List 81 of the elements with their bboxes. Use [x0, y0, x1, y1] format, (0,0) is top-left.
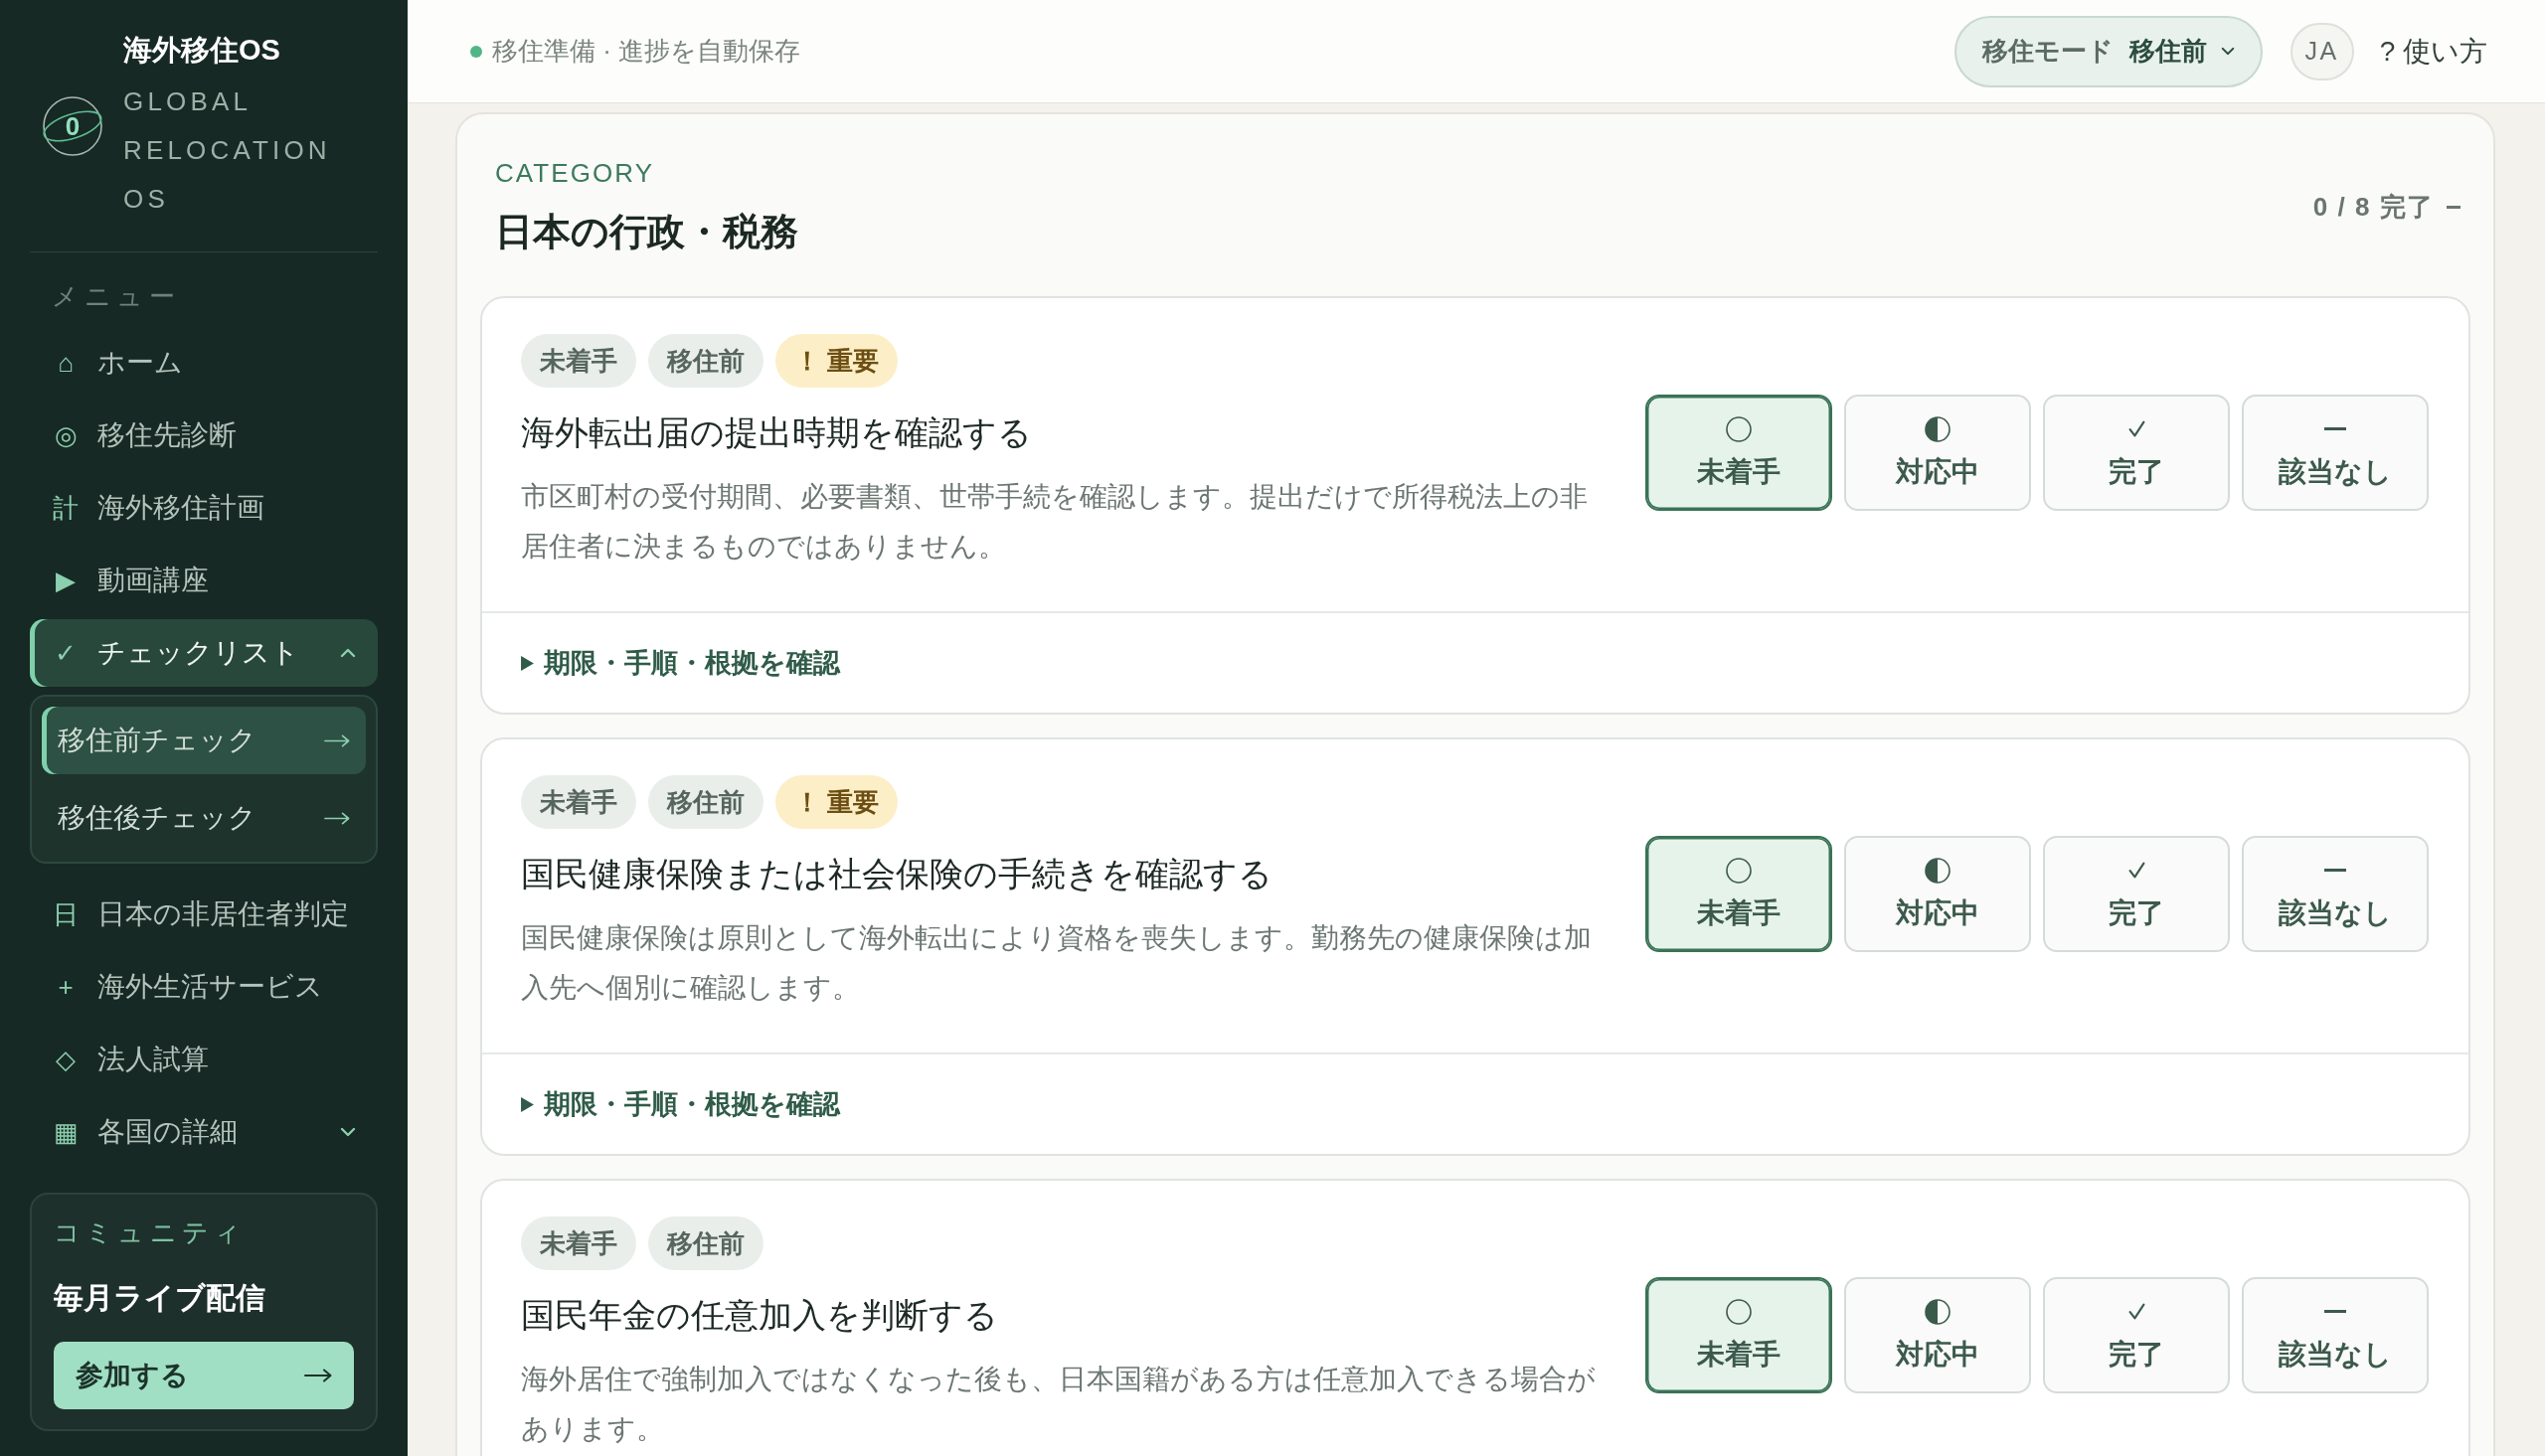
- status-option[interactable]: 対応中: [1844, 1277, 2031, 1393]
- brand-tagline: GLOBAL RELOCATION OS: [123, 85, 332, 216]
- kanji-icon: 計: [52, 493, 80, 523]
- minus-icon[interactable]: [2447, 205, 2460, 209]
- check-icon: [2127, 862, 2145, 879]
- phase-tag: 移住前: [648, 775, 764, 829]
- nav-item[interactable]: 計 海外移住計画: [30, 474, 378, 542]
- dash-icon: [2324, 869, 2346, 872]
- community-label: コミュニティ: [54, 1216, 248, 1249]
- task-description: 海外居住で強制加入ではなくなった後も、日本国籍がある方は任意加入できる場合があります。: [521, 1363, 1597, 1446]
- circle-icon: [1726, 1298, 1752, 1325]
- task-title: 国民年金の任意加入を判断する: [521, 1295, 999, 1336]
- half-circle-icon: [1925, 1298, 1951, 1325]
- status-option[interactable]: 該当なし: [2242, 395, 2429, 511]
- submenu-item[interactable]: 移住後チェック: [42, 784, 366, 852]
- dash-icon: [2324, 427, 2346, 430]
- globe-logo-icon: [42, 94, 103, 157]
- kanji-icon: 日: [52, 899, 80, 929]
- status-option[interactable]: 対応中: [1844, 836, 2031, 952]
- check-icon: [2127, 1303, 2145, 1320]
- details-link[interactable]: 期限・手順・根拠を確認: [521, 645, 840, 681]
- status-option[interactable]: 未着手: [1645, 1277, 1832, 1393]
- dash-icon: [2324, 1310, 2346, 1313]
- task-description: 市区町村の受付期間、必要書類、世帯手続を確認します。提出だけで所得税法上の非居住者に決まるものではありません。: [521, 480, 1589, 564]
- status-tag: 未着手: [521, 1216, 636, 1270]
- status-option[interactable]: 対応中: [1844, 395, 2031, 511]
- progress-count: 0 / 8 完了: [2312, 190, 2435, 224]
- check-icon: [2127, 420, 2145, 437]
- details-link[interactable]: 期限・手順・根拠を確認: [521, 1086, 840, 1122]
- category-eyebrow: CATEGORY: [495, 157, 656, 189]
- nav-item[interactable]: ▶ 動画講座: [30, 547, 378, 614]
- task-description: 国民健康保険は原則として海外転出により資格を喪失します。勤務先の健康保険は加入先へ個別に確認します。: [521, 921, 1593, 1005]
- priority-tag: ！ 重要: [775, 334, 899, 388]
- status-option[interactable]: 未着手: [1645, 395, 1832, 511]
- arrow-icon: [324, 733, 350, 747]
- priority-tag: ！ 重要: [775, 775, 899, 829]
- house-icon: ⌂: [52, 348, 80, 378]
- check-icon: ✓: [52, 638, 80, 668]
- nav-item[interactable]: ◇ 法人試算: [30, 1026, 378, 1093]
- status-tag: 未着手: [521, 334, 636, 388]
- mode-selector[interactable]: 移住モード 移住前: [1953, 15, 2263, 87]
- phase-tag: 移住前: [648, 334, 764, 388]
- play-icon: ▶: [52, 566, 80, 595]
- status-option[interactable]: 該当なし: [2242, 1277, 2429, 1393]
- status-option[interactable]: 該当なし: [2242, 836, 2429, 952]
- half-circle-icon: [1925, 415, 1951, 442]
- join-button[interactable]: 参加する: [54, 1342, 354, 1409]
- status-option[interactable]: 完了: [2043, 836, 2230, 952]
- grid-icon: ▦: [52, 1117, 80, 1147]
- phase-tag: 移住前: [648, 1216, 764, 1270]
- arrow-icon: [304, 1369, 332, 1382]
- status-option[interactable]: 完了: [2043, 1277, 2230, 1393]
- nav-item[interactable]: ⌂ ホーム: [30, 329, 378, 397]
- diamond-icon: ◇: [52, 1045, 80, 1074]
- status-option[interactable]: 完了: [2043, 395, 2230, 511]
- double-circle-icon: ◎: [52, 420, 80, 450]
- community-title: 毎月ライブ配信: [54, 1280, 266, 1316]
- language-button[interactable]: JA: [2290, 22, 2354, 81]
- submenu-item[interactable]: 移住前チェック: [42, 707, 366, 774]
- logo-letter: 0: [65, 112, 81, 139]
- help-link[interactable]: ? 使い方: [2379, 32, 2487, 71]
- half-circle-icon: [1925, 857, 1951, 884]
- status-option[interactable]: 未着手: [1645, 836, 1832, 952]
- caret-icon: [2220, 47, 2235, 56]
- nav-item[interactable]: + 海外生活サービス: [30, 953, 378, 1021]
- status-dot-icon: [470, 45, 482, 58]
- status-tag: 未着手: [521, 775, 636, 829]
- nav-item[interactable]: ✓ チェックリスト: [30, 619, 378, 687]
- nav-item[interactable]: ▦ 各国の詳細: [30, 1098, 378, 1166]
- arrow-icon: [324, 811, 350, 825]
- brand-name: 海外移住OS: [123, 33, 281, 68]
- nav-item[interactable]: ◎ 移住先診断: [30, 402, 378, 469]
- nav-item[interactable]: 日 日本の非居住者判定: [30, 881, 378, 948]
- plus-icon: +: [52, 972, 80, 1002]
- task-title: 国民健康保険または社会保険の手続きを確認する: [521, 854, 1273, 894]
- autosave-status: 移住準備 · 進捗を自動保存: [492, 35, 801, 68]
- menu-heading: メニュー: [51, 280, 182, 313]
- task-title: 海外転出届の提出時期を確認する: [521, 412, 1033, 453]
- circle-icon: [1726, 857, 1752, 884]
- category-title: 日本の行政・税務: [495, 210, 798, 254]
- circle-icon: [1726, 415, 1752, 442]
